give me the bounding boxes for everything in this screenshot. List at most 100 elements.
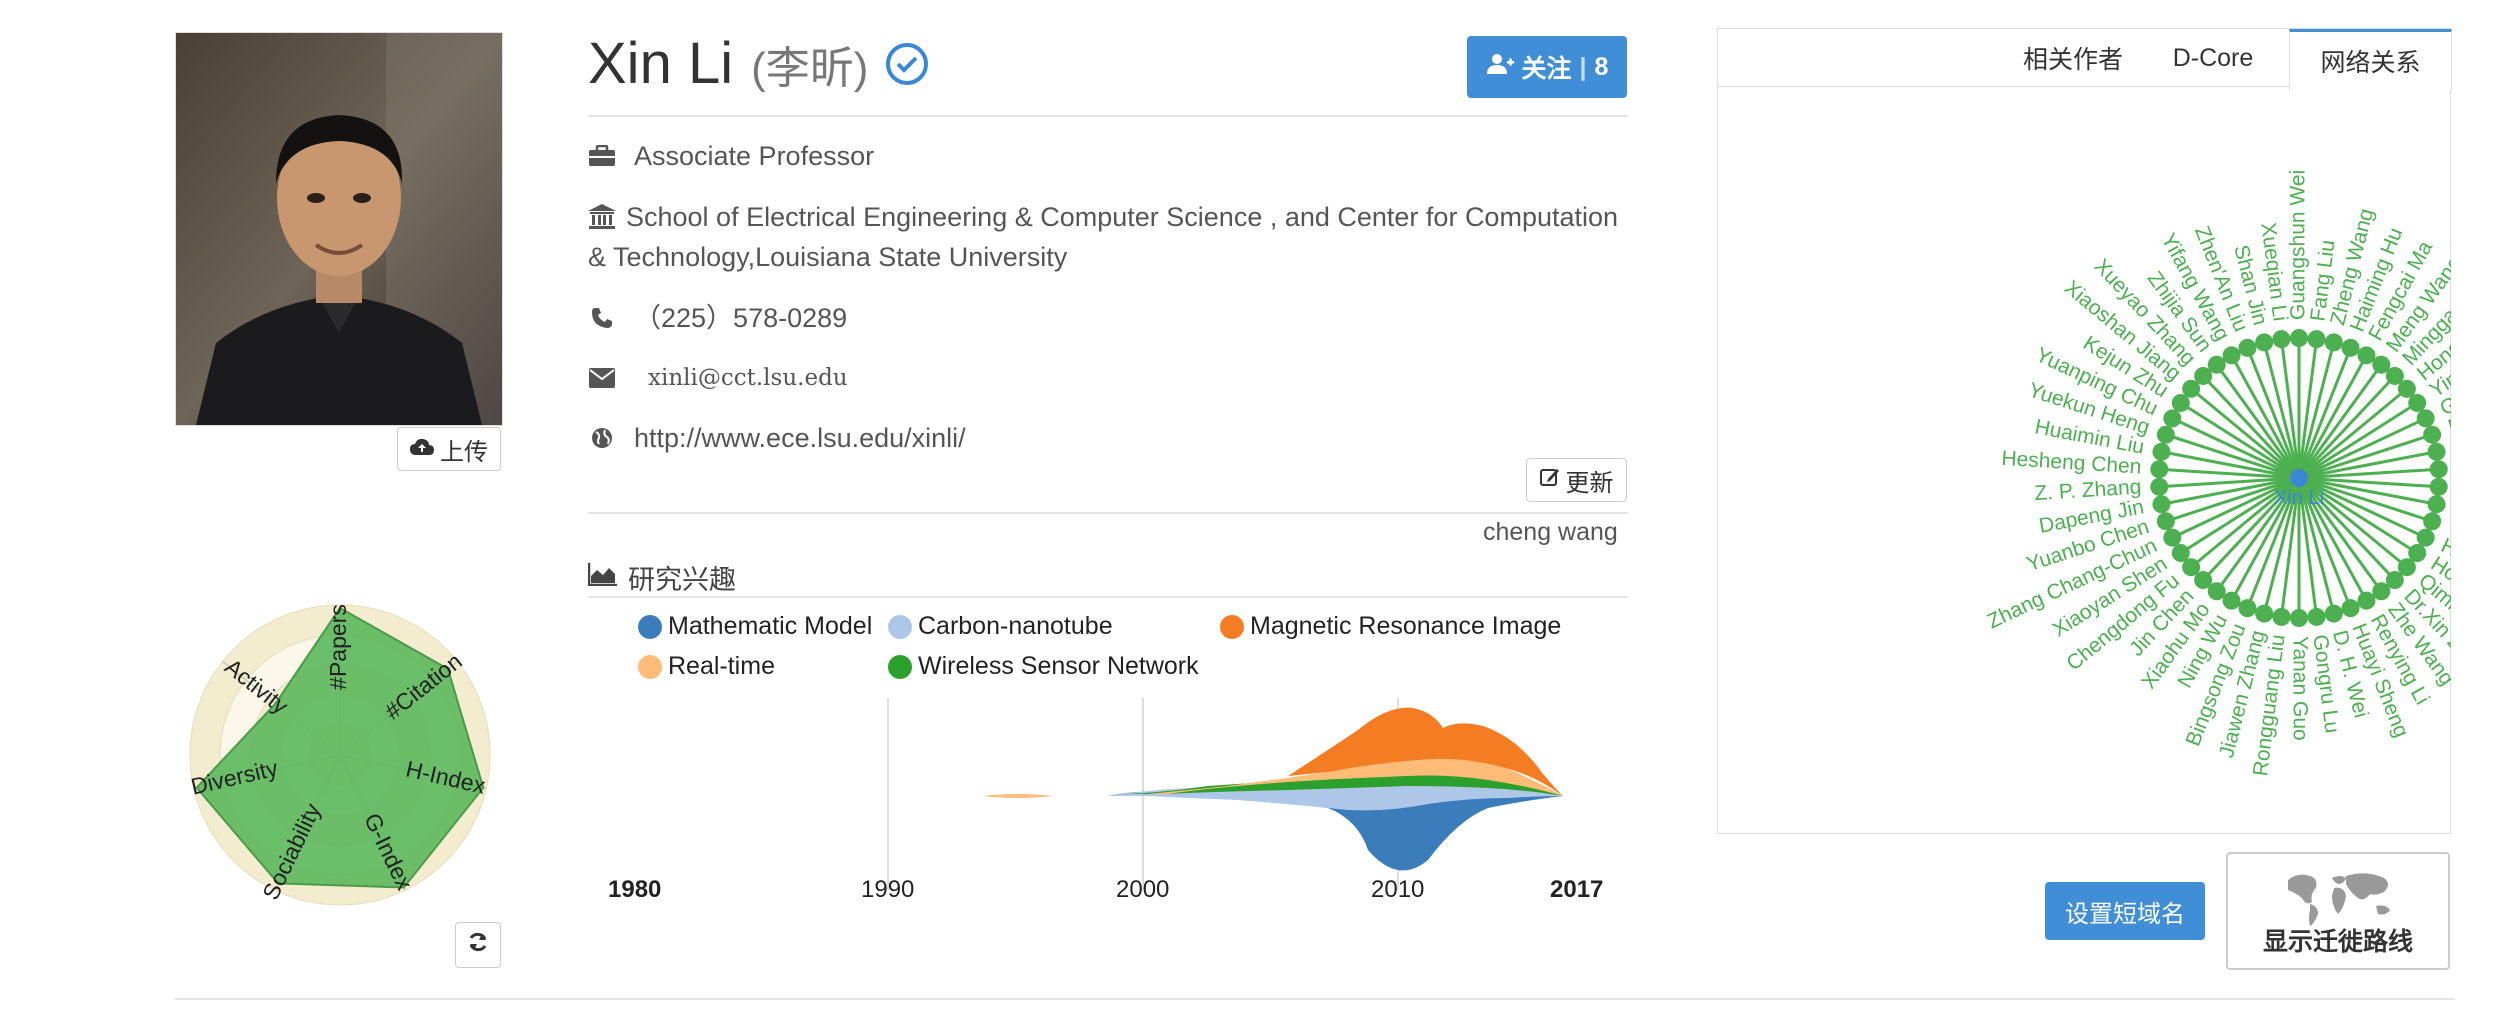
interests-header: 研究兴趣 [587, 558, 736, 597]
network-node[interactable] [2222, 346, 2241, 365]
network-node[interactable] [2423, 425, 2442, 444]
network-node[interactable] [2222, 591, 2241, 610]
area-chart-icon [587, 562, 618, 593]
tab-related-authors[interactable]: 相关作者 [1998, 29, 2148, 87]
tab-d-core[interactable]: D-Core [2148, 29, 2278, 87]
legend-item[interactable]: Carbon-nanotube [888, 612, 1113, 641]
network-node[interactable] [2423, 512, 2442, 531]
legend-label: Wireless Sensor Network [918, 652, 1199, 680]
network-node-label[interactable]: Guangshun Wei [2287, 170, 2310, 320]
follow-count: 8 [1594, 52, 1609, 81]
network-node[interactable] [2324, 333, 2343, 352]
verified-icon [886, 42, 929, 85]
network-node[interactable] [2207, 355, 2226, 374]
refresh-button[interactable] [455, 922, 501, 968]
network-node[interactable] [2171, 544, 2190, 563]
legend-item[interactable]: Wireless Sensor Network [888, 652, 1199, 681]
network-node[interactable] [2307, 607, 2326, 626]
legend-swatch [888, 614, 912, 639]
network-center-label: Xin Li [2274, 487, 2324, 509]
profile-name-row: Xin Li (李昕) [588, 30, 929, 97]
legend-label: Carbon-nanotube [918, 612, 1113, 640]
upload-label: 上传 [440, 438, 488, 466]
stream-realtime-early [983, 794, 1053, 798]
network-node[interactable] [2152, 442, 2171, 461]
divider [588, 512, 1628, 514]
network-node[interactable] [2429, 477, 2448, 496]
network-node[interactable] [2255, 604, 2274, 623]
network-node[interactable] [2429, 460, 2448, 479]
profile-name-cn: (李昕) [751, 44, 869, 93]
network-node[interactable] [2163, 528, 2182, 547]
network-node[interactable] [2341, 599, 2360, 618]
network-node[interactable] [2324, 604, 2343, 623]
network-node[interactable] [2341, 338, 2360, 357]
follow-label: 关注 [1521, 55, 1572, 83]
phone-row: （225）578-0289 [588, 298, 1628, 338]
legend-swatch [638, 654, 662, 679]
legend-item[interactable]: Magnetic Resonance Image [1220, 612, 1561, 641]
network-node[interactable] [2307, 330, 2326, 349]
divider [588, 596, 1628, 598]
briefcase-icon [588, 136, 616, 176]
follow-button[interactable]: 关注 | 8 [1467, 36, 1627, 98]
network-node[interactable] [2156, 425, 2175, 444]
legend-swatch [638, 614, 662, 639]
coauthor-network: Guangshun WeiFang LiuZheng WangHaiming H… [1984, 170, 2451, 778]
upload-button[interactable]: 上传 [397, 427, 501, 471]
editor-name: cheng wang [1483, 518, 1618, 546]
network-node[interactable] [2272, 607, 2291, 626]
update-label: 更新 [1565, 469, 1614, 497]
network-node-label[interactable]: Yanan Guo [2288, 636, 2311, 741]
phone-icon [588, 298, 616, 338]
update-button[interactable]: 更新 [1526, 458, 1627, 502]
network-node[interactable] [2238, 338, 2257, 357]
network-node[interactable] [2163, 409, 2182, 428]
legend-item[interactable]: Real-time [638, 652, 775, 681]
network-node[interactable] [2152, 495, 2171, 514]
network-node[interactable] [2372, 582, 2391, 601]
cloud-upload-icon [410, 435, 434, 463]
homepage-link[interactable]: http://www.ece.lsu.edu/xinli/ [634, 418, 966, 458]
page-bottom-divider [175, 998, 2455, 1000]
network-node[interactable] [2290, 329, 2308, 347]
network-center-node[interactable] [2290, 469, 2308, 487]
network-node[interactable] [2427, 442, 2446, 461]
network-node[interactable] [2427, 495, 2446, 514]
legend-swatch [1220, 614, 1244, 639]
network-node[interactable] [2255, 333, 2274, 352]
axis-label-2017: 2017 [1550, 876, 1603, 903]
legend-label: Mathematic Model [668, 612, 873, 640]
profile-name: Xin Li [588, 31, 734, 96]
network-node[interactable] [2238, 599, 2257, 618]
network-node[interactable] [2156, 512, 2175, 531]
short-domain-button[interactable]: 设置短域名 [2045, 882, 2205, 940]
add-user-icon [1486, 53, 1514, 82]
profile-photo [175, 32, 503, 426]
legend-label: Magnetic Resonance Image [1250, 612, 1562, 640]
migration-button[interactable]: 显示迁徙路线 [2226, 852, 2450, 970]
email-text[interactable]: xinli@cct.lsu.edu [648, 358, 848, 398]
network-node[interactable] [2357, 591, 2376, 610]
network-node[interactable] [2150, 460, 2169, 479]
phone-text: （225）578-0289 [634, 303, 848, 333]
network-node[interactable] [2416, 528, 2435, 547]
network-node[interactable] [2150, 477, 2169, 496]
institution-icon [588, 197, 616, 237]
radar-chart: #Papers #CitationH-IndexG-IndexSociabilit… [188, 604, 491, 906]
network-node[interactable] [2416, 409, 2435, 428]
position-text: Associate Professor [634, 141, 875, 171]
interest-streamgraph: 1980 1990 2000 2010 2017 [608, 698, 1603, 903]
envelope-icon [588, 358, 616, 398]
globe-icon [588, 418, 616, 458]
tab-network[interactable]: 网络关系 [2289, 29, 2452, 90]
axis-label-1980: 1980 [608, 876, 661, 903]
network-node[interactable] [2272, 330, 2291, 349]
network-node[interactable] [2357, 346, 2376, 365]
network-node[interactable] [2408, 393, 2427, 412]
migration-label: 显示迁徙路线 [2262, 928, 2413, 956]
divider [588, 115, 1628, 117]
follow-divider: | [1579, 52, 1587, 81]
network-node[interactable] [2290, 609, 2308, 627]
legend-item[interactable]: Mathematic Model [638, 612, 872, 641]
